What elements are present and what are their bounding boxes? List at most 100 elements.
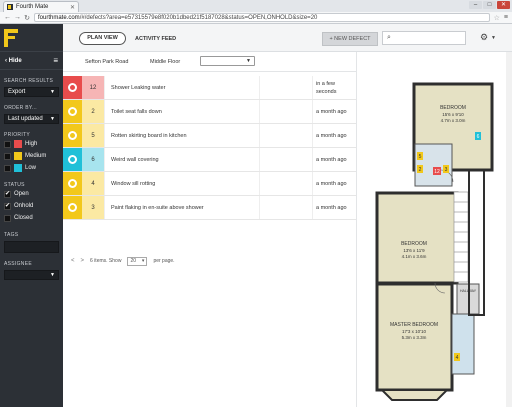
priority-cell — [63, 124, 82, 147]
checkbox[interactable] — [4, 152, 11, 160]
defect-pin-label: 6 — [477, 134, 480, 140]
priority-cell — [63, 148, 82, 171]
page-size-select[interactable]: 20 ▾ — [127, 256, 148, 266]
checkbox[interactable]: ✔ — [4, 190, 11, 198]
bookmark-star-icon[interactable]: ☆ — [494, 14, 500, 22]
status-option-2[interactable]: Closed — [0, 212, 63, 224]
tags-input[interactable] — [4, 241, 59, 253]
defect-updated: a month ago — [316, 204, 347, 211]
defect-list: 12 Shower Leaking water in a few seconds 2 T… — [63, 76, 356, 220]
defect-row[interactable]: 2 Toilet seat falls down a month ago — [63, 100, 356, 124]
defect-title[interactable]: Toilet seat falls down — [104, 100, 260, 123]
area-select[interactable]: ▼ — [200, 56, 255, 66]
breadcrumb-property[interactable]: Sefton Park Road — [85, 59, 128, 65]
browser-tab[interactable]: Fourth Mate ✕ — [3, 1, 79, 12]
room-label: BEDROOM — [440, 105, 466, 111]
defect-updated: a month ago — [316, 108, 347, 115]
tab-title: Fourth Mate — [16, 4, 49, 10]
priority-option-2[interactable]: Low — [0, 162, 63, 174]
priority-option-1[interactable]: Medium — [0, 150, 63, 162]
gear-icon[interactable]: ⚙ — [480, 32, 488, 43]
order-by-label: ORDER BY... — [4, 105, 37, 111]
main-toolbar: PLAN VIEW ACTIVITY FEED + NEW DEFECT ⌕ ⚙… — [63, 24, 512, 52]
priority-filter-list: High Medium Low — [0, 138, 63, 174]
priority-swatch — [14, 164, 22, 172]
floor-plan[interactable]: BEDROOM 15'6 x 9'10 4.7m x 3.0m BEDROOM … — [357, 52, 512, 407]
url-field[interactable]: fourthmate.com/#/defects?area=e57315579e… — [34, 13, 490, 22]
hamburger-menu-icon[interactable]: ≡ — [53, 56, 58, 65]
defect-row[interactable]: 6 Weird wall covering a month ago — [63, 148, 356, 172]
prev-page-button[interactable]: < — [71, 258, 75, 264]
priority-indicator-icon — [68, 155, 77, 164]
checkbox[interactable] — [4, 214, 11, 222]
defect-row[interactable]: 3 Paint flaking in en-suite above shower a… — [63, 196, 356, 220]
defect-row[interactable]: 12 Shower Leaking water in a few seconds — [63, 76, 356, 100]
room-label: HALLWAY — [460, 289, 477, 293]
defect-assignee-cell — [260, 100, 313, 123]
status-option-1[interactable]: ✔ Onhold — [0, 200, 63, 212]
pagination: < > 6 items. Show 20 ▾ per page. — [63, 254, 356, 268]
checkbox[interactable] — [4, 140, 11, 148]
close-window-button[interactable]: ✕ — [497, 1, 510, 9]
tags-label: TAGS — [4, 232, 19, 238]
location-filter-bar: Sefton Park Road Middle Floor ▼ — [63, 52, 356, 72]
defect-row[interactable]: 5 Rotten skirting board in kitchen a month… — [63, 124, 356, 148]
browser-tabstrip: Fourth Mate ✕ – □ ✕ — [0, 0, 512, 12]
defect-pin-label: 5 — [419, 154, 422, 160]
priority-swatch — [14, 140, 22, 148]
minimize-button[interactable]: – — [469, 1, 482, 9]
priority-indicator-icon — [68, 203, 77, 212]
activity-feed-tab[interactable]: ACTIVITY FEED — [135, 36, 176, 42]
checkbox[interactable] — [4, 164, 11, 172]
reload-icon[interactable]: ↻ — [24, 14, 30, 22]
defect-updated: a month ago — [316, 132, 347, 139]
defect-number: 4 — [82, 172, 104, 195]
defect-title[interactable]: Paint flaking in en-suite above shower — [104, 196, 260, 219]
maximize-button[interactable]: □ — [483, 1, 496, 9]
url-path: /#/defects?area=e57315579e8f020b1dbed21f… — [79, 15, 318, 21]
status-option-label: Open — [14, 191, 29, 197]
chevron-down-icon: ▼ — [50, 272, 55, 278]
room-label: MASTER BEDROOM — [390, 322, 438, 328]
defect-pin-label: 12 — [434, 169, 440, 175]
defect-updated: a month ago — [316, 156, 347, 163]
export-dropdown[interactable]: Export ▼ — [4, 87, 59, 97]
order-by-dropdown[interactable]: Last updated ▼ — [4, 114, 59, 124]
chevron-down-icon[interactable]: ▼ — [491, 35, 496, 41]
chevron-down-icon: ▼ — [50, 89, 55, 95]
defect-title[interactable]: Weird wall covering — [104, 148, 260, 171]
plan-scrollbar[interactable] — [506, 52, 512, 407]
browser-menu-icon[interactable]: ≡ — [504, 14, 508, 21]
assignee-dropdown[interactable]: ▼ — [4, 270, 59, 280]
defect-assignee-cell — [260, 76, 313, 99]
priority-swatch — [14, 152, 22, 160]
new-defect-button[interactable]: + NEW DEFECT — [322, 32, 378, 46]
back-icon[interactable]: ← — [4, 14, 11, 21]
hide-sidebar-link[interactable]: ‹ Hide — [5, 58, 22, 64]
search-input[interactable]: ⌕ — [382, 31, 466, 45]
forward-icon[interactable]: → — [14, 14, 21, 21]
checkbox[interactable]: ✔ — [4, 202, 11, 210]
defect-title[interactable]: Shower Leaking water — [104, 76, 260, 99]
room-dims-metric: 4.1m x 3.6m — [402, 254, 427, 259]
plan-view-button[interactable]: PLAN VIEW — [79, 32, 126, 45]
room-dims-metric: 5.3m x 3.3m — [402, 335, 427, 340]
priority-indicator-icon — [68, 83, 77, 92]
next-page-button[interactable]: > — [81, 258, 85, 264]
priority-option-0[interactable]: High — [0, 138, 63, 150]
tab-close-icon[interactable]: ✕ — [70, 4, 75, 11]
app-logo[interactable] — [4, 28, 20, 47]
defect-title[interactable]: Rotten skirting board in kitchen — [104, 124, 260, 147]
priority-indicator-icon — [68, 107, 77, 116]
export-label: Export — [8, 89, 26, 95]
favicon-icon — [7, 4, 13, 10]
hide-row: ‹ Hide ≡ — [0, 52, 63, 70]
defect-row[interactable]: 4 Window sill rotting a month ago — [63, 172, 356, 196]
defect-updated: a month ago — [316, 180, 347, 187]
defect-assignee-cell — [260, 124, 313, 147]
breadcrumb-floor[interactable]: Middle Floor — [150, 59, 180, 65]
defect-title[interactable]: Window sill rotting — [104, 172, 260, 195]
priority-cell — [63, 196, 82, 219]
priority-indicator-icon — [68, 131, 77, 140]
status-option-0[interactable]: ✔ Open — [0, 188, 63, 200]
